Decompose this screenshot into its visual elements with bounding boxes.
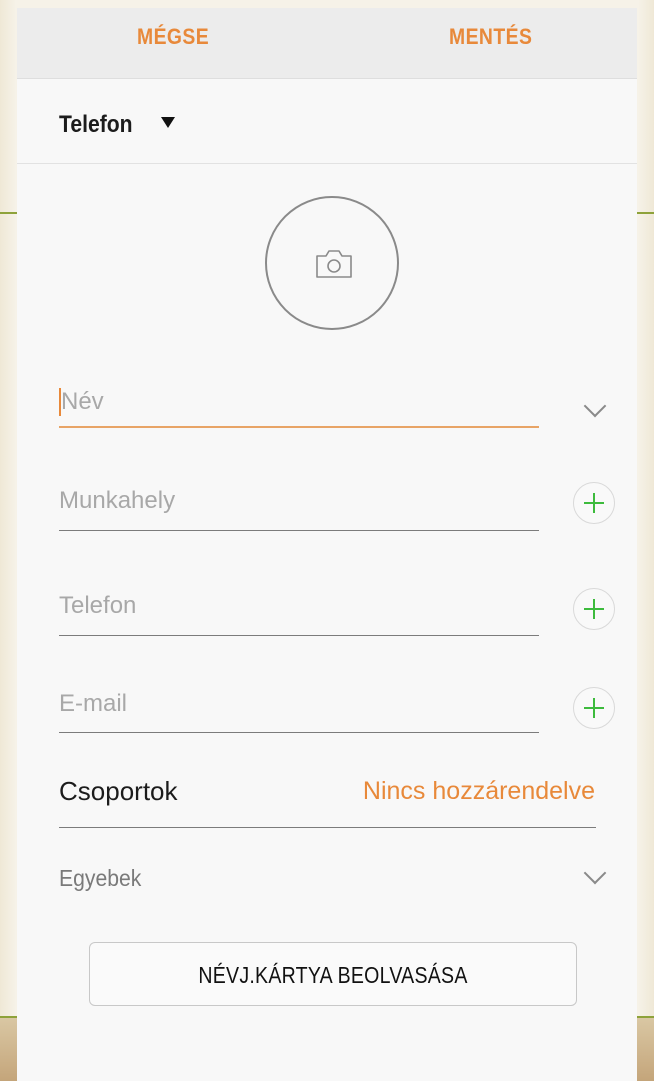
add-company-button[interactable] [573,482,615,524]
cancel-button[interactable]: MÉGSE [137,24,209,50]
storage-account-label: Telefon [59,111,133,138]
caret-down-icon [161,117,175,128]
name-placeholder: Név [61,388,104,415]
company-placeholder: Munkahely [59,487,176,514]
phone-underline [59,635,539,636]
name-field[interactable]: Név [59,380,539,430]
app-bar: MÉGSE MENTÉS [17,8,637,79]
company-underline [59,530,539,531]
contact-editor-screen: MÉGSE MENTÉS Telefon Név Munkahely Telef… [17,8,637,1081]
camera-icon [316,250,352,278]
email-underline [59,732,539,733]
more-fields-toggle[interactable]: Egyebek [59,865,141,892]
contact-photo-button[interactable] [265,196,399,330]
chevron-down-icon[interactable] [583,394,607,418]
groups-label: Csoportok [59,776,178,806]
add-phone-button[interactable] [573,588,615,630]
storage-account-selector[interactable]: Telefon [17,79,637,164]
groups-value[interactable]: Nincs hozzárendelve [363,777,595,806]
phone-placeholder: Telefon [59,592,137,619]
email-field[interactable]: E-mail [59,686,539,736]
chevron-down-icon[interactable] [583,861,607,885]
name-underline [59,426,539,428]
save-button[interactable]: MENTÉS [449,24,532,50]
company-field[interactable]: Munkahely [59,481,539,531]
groups-underline [59,827,596,828]
add-email-button[interactable] [573,687,615,729]
scan-business-card-label: NÉVJ.KÁRTYA BEOLVASÁSA [198,962,468,988]
phone-field[interactable]: Telefon [59,588,539,638]
email-placeholder: E-mail [59,690,128,717]
scan-business-card-button[interactable]: NÉVJ.KÁRTYA BEOLVASÁSA [89,942,577,1006]
